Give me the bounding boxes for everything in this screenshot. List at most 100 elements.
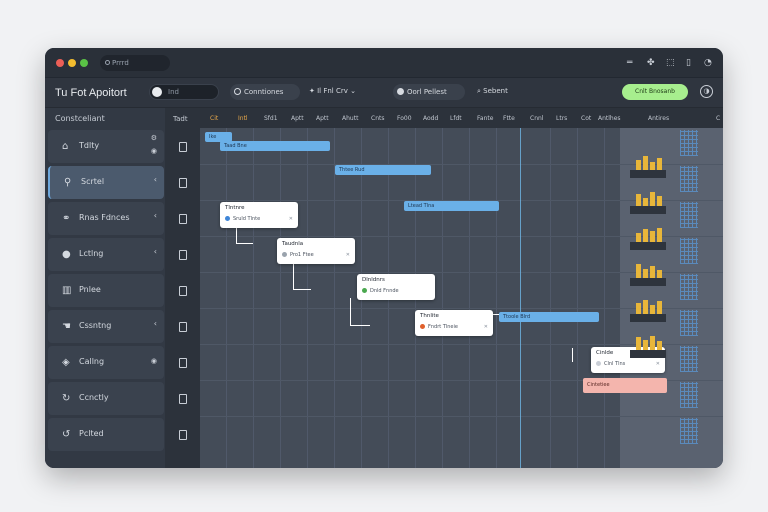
timeline-header-cell: Cnts [371, 115, 385, 122]
filter-dropdown[interactable]: ✦ Il Fnl Crv ⌄ [309, 87, 356, 95]
task-bar[interactable]: Taad Bne [220, 141, 330, 151]
document-icon[interactable] [179, 358, 187, 368]
grid-line [577, 128, 578, 468]
timeline-header-cell: Cnnl [530, 115, 544, 122]
sidebar-item-pclted[interactable]: ↺ Pclted [48, 418, 164, 451]
more-icon[interactable]: ✕ [346, 252, 350, 258]
sidebar-item-ccnctly[interactable]: ↻ Ccnctly [48, 382, 164, 415]
sparkle-icon: ✦ [309, 87, 318, 95]
search-input[interactable]: Ind [149, 84, 219, 100]
document-icon[interactable] [179, 286, 187, 296]
task-card[interactable]: Tlntnre Sruld Tlnte ✕ [220, 202, 298, 228]
document-icon[interactable] [179, 178, 187, 188]
cloud-icon [397, 88, 404, 95]
close-window-button[interactable] [56, 59, 64, 67]
sidebar-item-label: Pclted [79, 429, 104, 438]
more-icon[interactable]: ✕ [484, 324, 488, 330]
document-icon[interactable] [179, 142, 187, 152]
filter-dropdown-label: Il Fnl Crv [317, 87, 348, 95]
sidebar-item-pnlee[interactable]: ▥ Pnlee [48, 274, 164, 307]
sebent-link[interactable]: ⌕ Sebent [477, 87, 508, 96]
oper-pellest-button[interactable]: Oorl Pellest [393, 84, 465, 100]
address-pill-label: Prrrd [112, 59, 129, 67]
primary-action-button[interactable]: Cnlt Bnosanb [622, 84, 688, 100]
target-icon[interactable]: ◉ [151, 147, 157, 155]
sidebar: Constceliant ⌂ Tdlty ⚙ ◉ ⚲ Scrtel ‹ ⚭ Rn… [45, 108, 165, 468]
chart-icon: ▥ [62, 285, 72, 296]
help-icon[interactable]: ◑ [700, 85, 713, 98]
title-bar: Prrrd ═ ✤ ⬚ ▯ ◔ [45, 48, 723, 78]
grid-thumbnail-icon [680, 274, 698, 300]
status-dot-icon [362, 288, 367, 293]
document-icon[interactable] [179, 430, 187, 440]
grid-line [550, 128, 551, 468]
chevron-left-icon[interactable]: ‹ [154, 319, 157, 328]
connection-icon [234, 88, 241, 95]
search-icon [105, 60, 110, 65]
settings-icon[interactable]: ⚙ [151, 134, 157, 142]
task-bar[interactable]: Ltead Tlna [404, 201, 499, 211]
more-icon[interactable]: ✕ [289, 216, 293, 222]
task-card[interactable]: Thnlite Fndrt Tlneie ✕ [415, 310, 493, 336]
sidebar-item-cssntng[interactable]: ☚ Cssntng ‹ [48, 310, 164, 343]
sidebar-item-label: Scrtel [81, 177, 105, 186]
document-icon[interactable]: ▯ [686, 57, 691, 69]
timeline-header-cell: Ltrs [556, 115, 568, 122]
sidebar-item-rnas-fdnces[interactable]: ⚭ Rnas Fdnces ‹ [48, 202, 164, 235]
timeline-header-cell: Ahutt [342, 115, 359, 122]
sidebar-item-tdlty[interactable]: ⌂ Tdlty ⚙ ◉ [48, 130, 164, 163]
minimize-window-button[interactable] [68, 59, 76, 67]
address-pill[interactable]: Prrrd [100, 55, 170, 71]
task-card-title: Cinlde [596, 350, 614, 356]
target-icon[interactable]: ◉ [151, 357, 157, 365]
grid-thumbnail-icon [680, 238, 698, 264]
chevron-left-icon[interactable]: ‹ [154, 175, 157, 184]
grid-thumbnail-icon [680, 382, 698, 408]
task-card[interactable]: Dlnldnrs Dnld Fnnde [357, 274, 435, 300]
chevron-left-icon[interactable]: ‹ [154, 211, 157, 220]
task-card-subtitle-text: Dnld Fnnde [370, 288, 399, 294]
grid-line [280, 128, 281, 468]
maximize-window-button[interactable] [80, 59, 88, 67]
grid-thumbnail-icon [680, 130, 698, 156]
timeline-header-cell: Antlhes [598, 115, 621, 122]
sidebar-item-label: Ccnctly [79, 393, 109, 402]
power-icon[interactable]: ◔ [704, 57, 712, 69]
sidebar-item-label: Tdlty [79, 141, 100, 150]
row-divider [200, 416, 723, 417]
share-icon[interactable]: ⬚ [666, 57, 675, 69]
document-icon[interactable] [179, 322, 187, 332]
sebent-label: Sebent [483, 87, 508, 95]
more-icon[interactable]: ✕ [656, 361, 660, 367]
sidebar-item-scrtel[interactable]: ⚲ Scrtel ‹ [48, 166, 164, 199]
row-column-header: Tadt [173, 115, 188, 123]
sidebar-item-label: Cssntng [79, 321, 112, 330]
task-bar[interactable]: Ttoole Blrd [499, 312, 599, 322]
chart-thumbnail-icon [630, 332, 666, 358]
puzzle-icon[interactable]: ✤ [647, 57, 655, 69]
document-icon[interactable] [179, 214, 187, 224]
document-icon[interactable] [179, 250, 187, 260]
timeline-panel: Cit Intl Sfd1 Aptt Aptt Ahutt Cnts Fo00 … [200, 108, 723, 468]
document-icon[interactable] [179, 394, 187, 404]
dependency-connector [236, 243, 253, 244]
task-card-title: Taudnla [282, 241, 304, 247]
task-bar[interactable]: Thtee Rud [335, 165, 431, 175]
chart-thumbnail-icon [630, 152, 666, 178]
task-card[interactable]: Taudnla Pro1 Ftee ✕ [277, 238, 355, 264]
sidebar-title: Constceliant [55, 114, 105, 123]
pin-icon: ◈ [62, 357, 70, 368]
dependency-connector [293, 262, 294, 290]
task-bar[interactable]: Cintetiee [583, 378, 667, 393]
cycle-icon: ↺ [62, 429, 71, 440]
grid-line [469, 128, 470, 468]
chevron-left-icon[interactable]: ‹ [154, 247, 157, 256]
sidebar-item-lctlng[interactable]: ● Lctlng ‹ [48, 238, 164, 271]
timeline-header-cell: Aptt [316, 115, 329, 122]
connections-button[interactable]: Conntiones [230, 84, 300, 100]
sidebar-item-callng[interactable]: ◈ Callng ◉ [48, 346, 164, 379]
user-icon: ● [62, 249, 71, 260]
sidebar-item-label: Pnlee [79, 285, 101, 294]
menu-icon[interactable]: ═ [627, 57, 632, 69]
search-icon: ⚲ [64, 177, 72, 188]
